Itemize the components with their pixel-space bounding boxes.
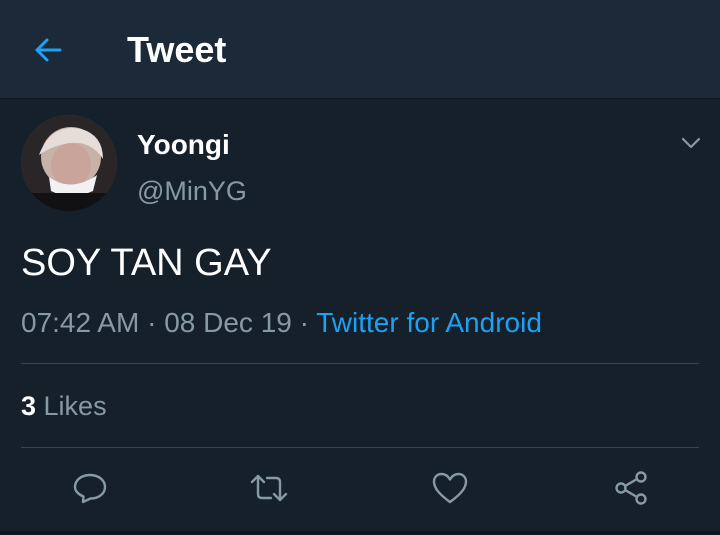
top-app-bar: Tweet [0,0,720,99]
arrow-left-icon [35,38,62,62]
like-button[interactable] [428,466,472,510]
meta-separator: · [291,307,317,338]
back-button[interactable] [28,30,68,70]
likes-label: Likes [36,391,107,421]
retweet-button[interactable] [247,466,291,510]
more-options-button[interactable] [676,128,706,158]
author-handle[interactable]: @MinYG [137,175,247,207]
tweet-text: SOY TAN GAY [21,242,272,284]
tweet-date: 08 Dec 19 [164,307,292,338]
page-title: Tweet [127,29,227,70]
tweet-source-link[interactable]: Twitter for Android [316,307,542,338]
chevron-down-icon [681,137,701,149]
author-display-name[interactable]: Yoongi [137,129,230,161]
avatar-image [21,115,117,211]
meta-separator: · [139,307,165,338]
avatar[interactable] [21,115,117,211]
heart-icon [432,472,468,504]
retweet-icon [250,474,288,502]
bottom-divider [0,531,720,535]
comment-icon [73,473,107,504]
likes-count: 3 [21,391,37,421]
reply-button[interactable] [68,466,112,510]
share-button[interactable] [609,466,653,510]
divider [21,363,699,364]
tweet-metadata: 07:42 AM · 08 Dec 19 · Twitter for Andro… [21,305,542,341]
share-icon [615,471,647,505]
tweet-time: 07:42 AM [21,307,140,338]
likes-count-link[interactable]: 3 Likes [21,388,107,424]
divider [21,447,699,448]
